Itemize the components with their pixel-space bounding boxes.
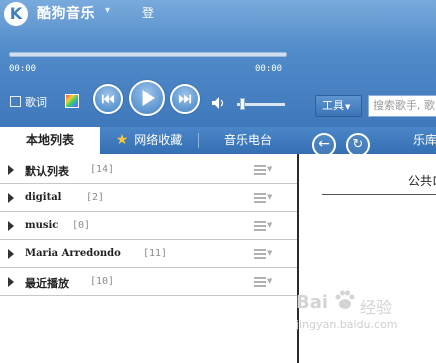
menu-icon[interactable]	[254, 221, 266, 231]
volume-slider-handle[interactable]	[240, 98, 245, 110]
volume-icon[interactable]	[212, 97, 226, 109]
playlist-count: [11]	[143, 248, 168, 259]
star-icon: ★	[115, 132, 129, 148]
play-button[interactable]	[129, 80, 165, 116]
chevron-down-icon: ▼	[345, 103, 351, 111]
playlist-count: [0]	[72, 220, 91, 231]
paw-icon	[335, 290, 355, 309]
tab-bar: 本地列表 ★ 网络收藏 音乐电台 乐库	[0, 127, 436, 154]
time-total: 00:00	[255, 64, 283, 74]
player-panel: K 酷狗音乐 ▾ 登 00:00 00:00 歌词 工具▼ 搜索歌手, 歌	[0, 0, 436, 127]
menu-icon[interactable]	[254, 193, 266, 203]
chevron-down-icon[interactable]: ▼	[267, 277, 272, 285]
section-divider	[322, 194, 436, 195]
playlist-count: [14]	[90, 164, 115, 175]
lyric-checkbox[interactable]	[10, 96, 21, 107]
expand-arrow-icon[interactable]	[8, 249, 14, 259]
playlist-name: music	[25, 220, 59, 231]
prev-track-icon	[101, 94, 115, 104]
baidu-watermark: Bai 经验 jingyan.baidu.com	[296, 288, 426, 348]
playlist-name: 最近播放	[25, 277, 69, 290]
next-track-button[interactable]	[170, 84, 200, 114]
playlist-panel: 默认列表 [14] ▼ digital [2] ▼ music [0] ▼ Ma…	[0, 154, 297, 363]
tab-library[interactable]: 乐库	[400, 127, 436, 154]
playlist-count: [2]	[86, 192, 105, 203]
menu-icon[interactable]	[254, 277, 266, 287]
list-item[interactable]: digital [2] ▼	[0, 184, 297, 212]
prev-track-button[interactable]	[93, 84, 123, 114]
section-title: 公共ロ	[408, 174, 436, 188]
tab-label: 网络收藏	[134, 133, 183, 147]
tools-dropdown-button[interactable]: 工具▼	[315, 95, 362, 117]
progress-slider[interactable]	[9, 52, 287, 57]
menu-icon[interactable]	[254, 249, 266, 259]
tab-local-list[interactable]: 本地列表	[0, 127, 100, 154]
lyric-label[interactable]: 歌词	[25, 94, 47, 110]
next-track-icon	[178, 94, 192, 104]
playlist-count: [10]	[90, 276, 115, 287]
playlist-name: Maria Arredondo	[25, 248, 121, 259]
watermark-url: jingyan.baidu.com	[296, 318, 398, 331]
list-item[interactable]: 最近播放 [10] ▼	[0, 268, 297, 296]
list-item[interactable]: Maria Arredondo [11] ▼	[0, 240, 297, 268]
kugou-logo-icon: K	[4, 2, 28, 26]
tools-label: 工具	[322, 99, 344, 112]
chevron-down-icon[interactable]: ▼	[267, 193, 272, 201]
menu-icon[interactable]	[254, 165, 266, 175]
tab-network-favorites[interactable]: ★ 网络收藏	[102, 127, 196, 154]
expand-arrow-icon[interactable]	[8, 221, 14, 231]
login-link[interactable]: 登	[142, 4, 154, 21]
expand-arrow-icon[interactable]	[8, 165, 14, 175]
search-input[interactable]: 搜索歌手, 歌	[368, 95, 436, 117]
app-title: 酷狗音乐	[37, 6, 95, 22]
list-item[interactable]: music [0] ▼	[0, 212, 297, 240]
title-menu-chevron-icon[interactable]: ▾	[105, 5, 110, 16]
chevron-down-icon[interactable]: ▼	[267, 249, 272, 257]
chevron-down-icon[interactable]: ▼	[267, 221, 272, 229]
watermark-brand-suffix: 经验	[360, 298, 393, 317]
skin-color-icon[interactable]	[65, 94, 79, 108]
playlist-name: digital	[25, 192, 62, 203]
expand-arrow-icon[interactable]	[8, 193, 14, 203]
chevron-down-icon[interactable]: ▼	[267, 165, 272, 173]
play-icon	[142, 90, 155, 106]
list-item[interactable]: 默认列表 [14] ▼	[0, 156, 297, 184]
tab-music-radio[interactable]: 音乐电台	[198, 127, 298, 154]
expand-arrow-icon[interactable]	[8, 277, 14, 287]
playlist-name: 默认列表	[25, 165, 69, 178]
watermark-brand: Bai	[296, 292, 329, 313]
time-current: 00:00	[9, 64, 37, 74]
